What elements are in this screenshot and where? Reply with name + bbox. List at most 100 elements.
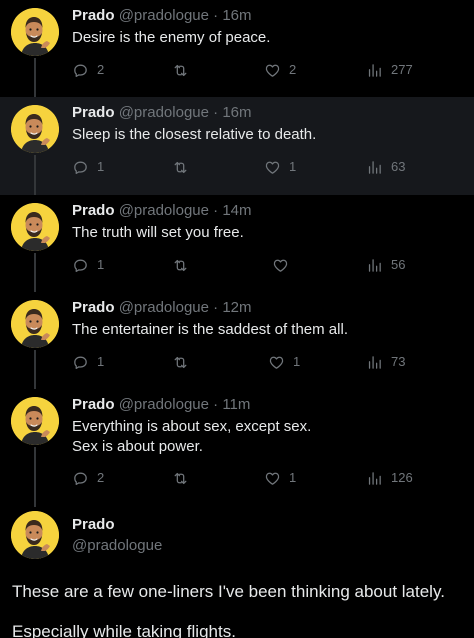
action-bar: 1 1 63 — [72, 157, 432, 177]
like-button[interactable]: 1 — [264, 468, 296, 488]
display-name[interactable]: Prado — [72, 104, 115, 121]
reply-button[interactable]: 1 — [72, 352, 104, 372]
reply-button[interactable]: 1 — [72, 157, 104, 177]
tweet-text-line: Sleep is the closest relative to death. — [72, 126, 317, 143]
display-name[interactable]: Prado — [72, 299, 115, 316]
retweet-icon — [172, 257, 189, 274]
handle[interactable]: @pradologue — [119, 396, 209, 413]
like-button[interactable] — [272, 255, 297, 275]
retweet-button[interactable] — [172, 468, 197, 488]
like-count: 2 — [289, 62, 297, 77]
retweet-icon — [172, 62, 189, 79]
like-button[interactable]: 1 — [268, 352, 300, 372]
timestamp[interactable]: 11m — [222, 396, 250, 413]
like-button[interactable]: 1 — [264, 157, 296, 177]
main-tweet-text: These are a few one-liners I've been thi… — [12, 581, 466, 638]
retweet-button[interactable] — [172, 157, 197, 177]
retweet-icon — [172, 159, 189, 176]
reply-icon — [72, 62, 89, 79]
retweet-button[interactable] — [172, 60, 197, 80]
separator: · — [213, 396, 219, 413]
heart-icon — [272, 257, 289, 274]
avatar[interactable] — [11, 203, 59, 251]
bar-chart-icon — [366, 470, 383, 487]
bar-chart-icon — [366, 257, 383, 274]
view-count: 63 — [391, 159, 406, 174]
view-count: 277 — [391, 62, 413, 77]
reply-count: 1 — [97, 159, 105, 174]
display-name[interactable]: Prado — [72, 516, 162, 534]
reply-icon — [72, 159, 89, 176]
separator: · — [213, 299, 219, 316]
views-button[interactable]: 277 — [366, 60, 413, 80]
heart-icon — [264, 62, 281, 79]
main-tweet-paragraph: These are a few one-liners I've been thi… — [12, 582, 445, 601]
tweet-text: Sleep is the closest relative to death. — [72, 125, 462, 145]
tweet-header: Prado @pradologue · 16m — [72, 104, 252, 122]
tweet-text-line: The entertainer is the saddest of them a… — [72, 321, 348, 338]
view-count: 73 — [391, 354, 406, 369]
views-button[interactable]: 126 — [366, 468, 413, 488]
timestamp[interactable]: 14m — [222, 202, 251, 219]
action-bar: 2 1 126 — [72, 468, 432, 488]
tweet-text-line: Everything is about sex, except sex. — [72, 418, 312, 435]
avatar[interactable] — [11, 397, 59, 445]
retweet-icon — [172, 354, 189, 371]
handle[interactable]: @pradologue — [119, 299, 209, 316]
reply-button[interactable]: 2 — [72, 468, 104, 488]
thread-tweet[interactable]: Prado @pradologue · 16m Desire is the en… — [0, 0, 474, 98]
thread-tweet[interactable]: Prado @pradologue · 12m The entertainer … — [0, 292, 474, 389]
reply-button[interactable]: 1 — [72, 255, 104, 275]
views-button[interactable]: 73 — [366, 352, 405, 372]
handle[interactable]: @pradologue — [119, 104, 209, 121]
avatar[interactable] — [11, 511, 59, 559]
avatar[interactable] — [11, 300, 59, 348]
like-count: 1 — [293, 354, 301, 369]
bar-chart-icon — [366, 354, 383, 371]
tweet-text: Desire is the enemy of peace. — [72, 28, 462, 48]
thread-connector-line — [34, 58, 36, 98]
tweet-header: Prado @pradologue · 11m — [72, 396, 250, 414]
reply-count: 1 — [97, 257, 105, 272]
timestamp[interactable]: 16m — [222, 7, 251, 24]
tweet-text-line: Desire is the enemy of peace. — [72, 29, 271, 46]
retweet-button[interactable] — [172, 352, 197, 372]
thread-connector-line — [34, 447, 36, 507]
handle[interactable]: @pradologue — [119, 202, 209, 219]
avatar[interactable] — [11, 105, 59, 153]
action-bar: 1 1 73 — [72, 352, 432, 372]
thread-feed: Prado @pradologue · 16m Desire is the en… — [0, 0, 474, 638]
thread-tweet[interactable]: Prado @pradologue · 11m Everything is ab… — [0, 389, 474, 507]
tweet-text: The entertainer is the saddest of them a… — [72, 320, 462, 340]
reply-count: 2 — [97, 62, 105, 77]
timestamp[interactable]: 12m — [222, 299, 251, 316]
thread-tweet[interactable]: Prado @pradologue · 14m The truth will s… — [0, 195, 474, 292]
retweet-button[interactable] — [172, 255, 197, 275]
handle[interactable]: @pradologue — [72, 537, 162, 555]
tweet-header: Prado @pradologue — [72, 516, 162, 555]
heart-icon — [264, 470, 281, 487]
display-name[interactable]: Prado — [72, 396, 115, 413]
separator: · — [213, 7, 219, 24]
thread-tweet[interactable]: Prado @pradologue · 16m Sleep is the clo… — [0, 97, 474, 195]
bar-chart-icon — [366, 159, 383, 176]
display-name[interactable]: Prado — [72, 7, 115, 24]
like-count: 1 — [289, 159, 297, 174]
timestamp[interactable]: 16m — [222, 104, 251, 121]
views-button[interactable]: 56 — [366, 255, 405, 275]
bar-chart-icon — [366, 62, 383, 79]
tweet-header: Prado @pradologue · 12m — [72, 299, 252, 317]
display-name[interactable]: Prado — [72, 202, 115, 219]
separator: · — [213, 104, 219, 121]
reply-icon — [72, 354, 89, 371]
like-button[interactable]: 2 — [264, 60, 296, 80]
handle[interactable]: @pradologue — [119, 7, 209, 24]
views-button[interactable]: 63 — [366, 157, 405, 177]
reply-button[interactable]: 2 — [72, 60, 104, 80]
heart-icon — [268, 354, 285, 371]
reply-count: 2 — [97, 470, 105, 485]
avatar[interactable] — [11, 8, 59, 56]
main-tweet[interactable]: Prado @pradologue These are a few one-li… — [0, 507, 474, 638]
thread-connector-line — [34, 253, 36, 292]
thread-connector-line — [34, 155, 36, 195]
